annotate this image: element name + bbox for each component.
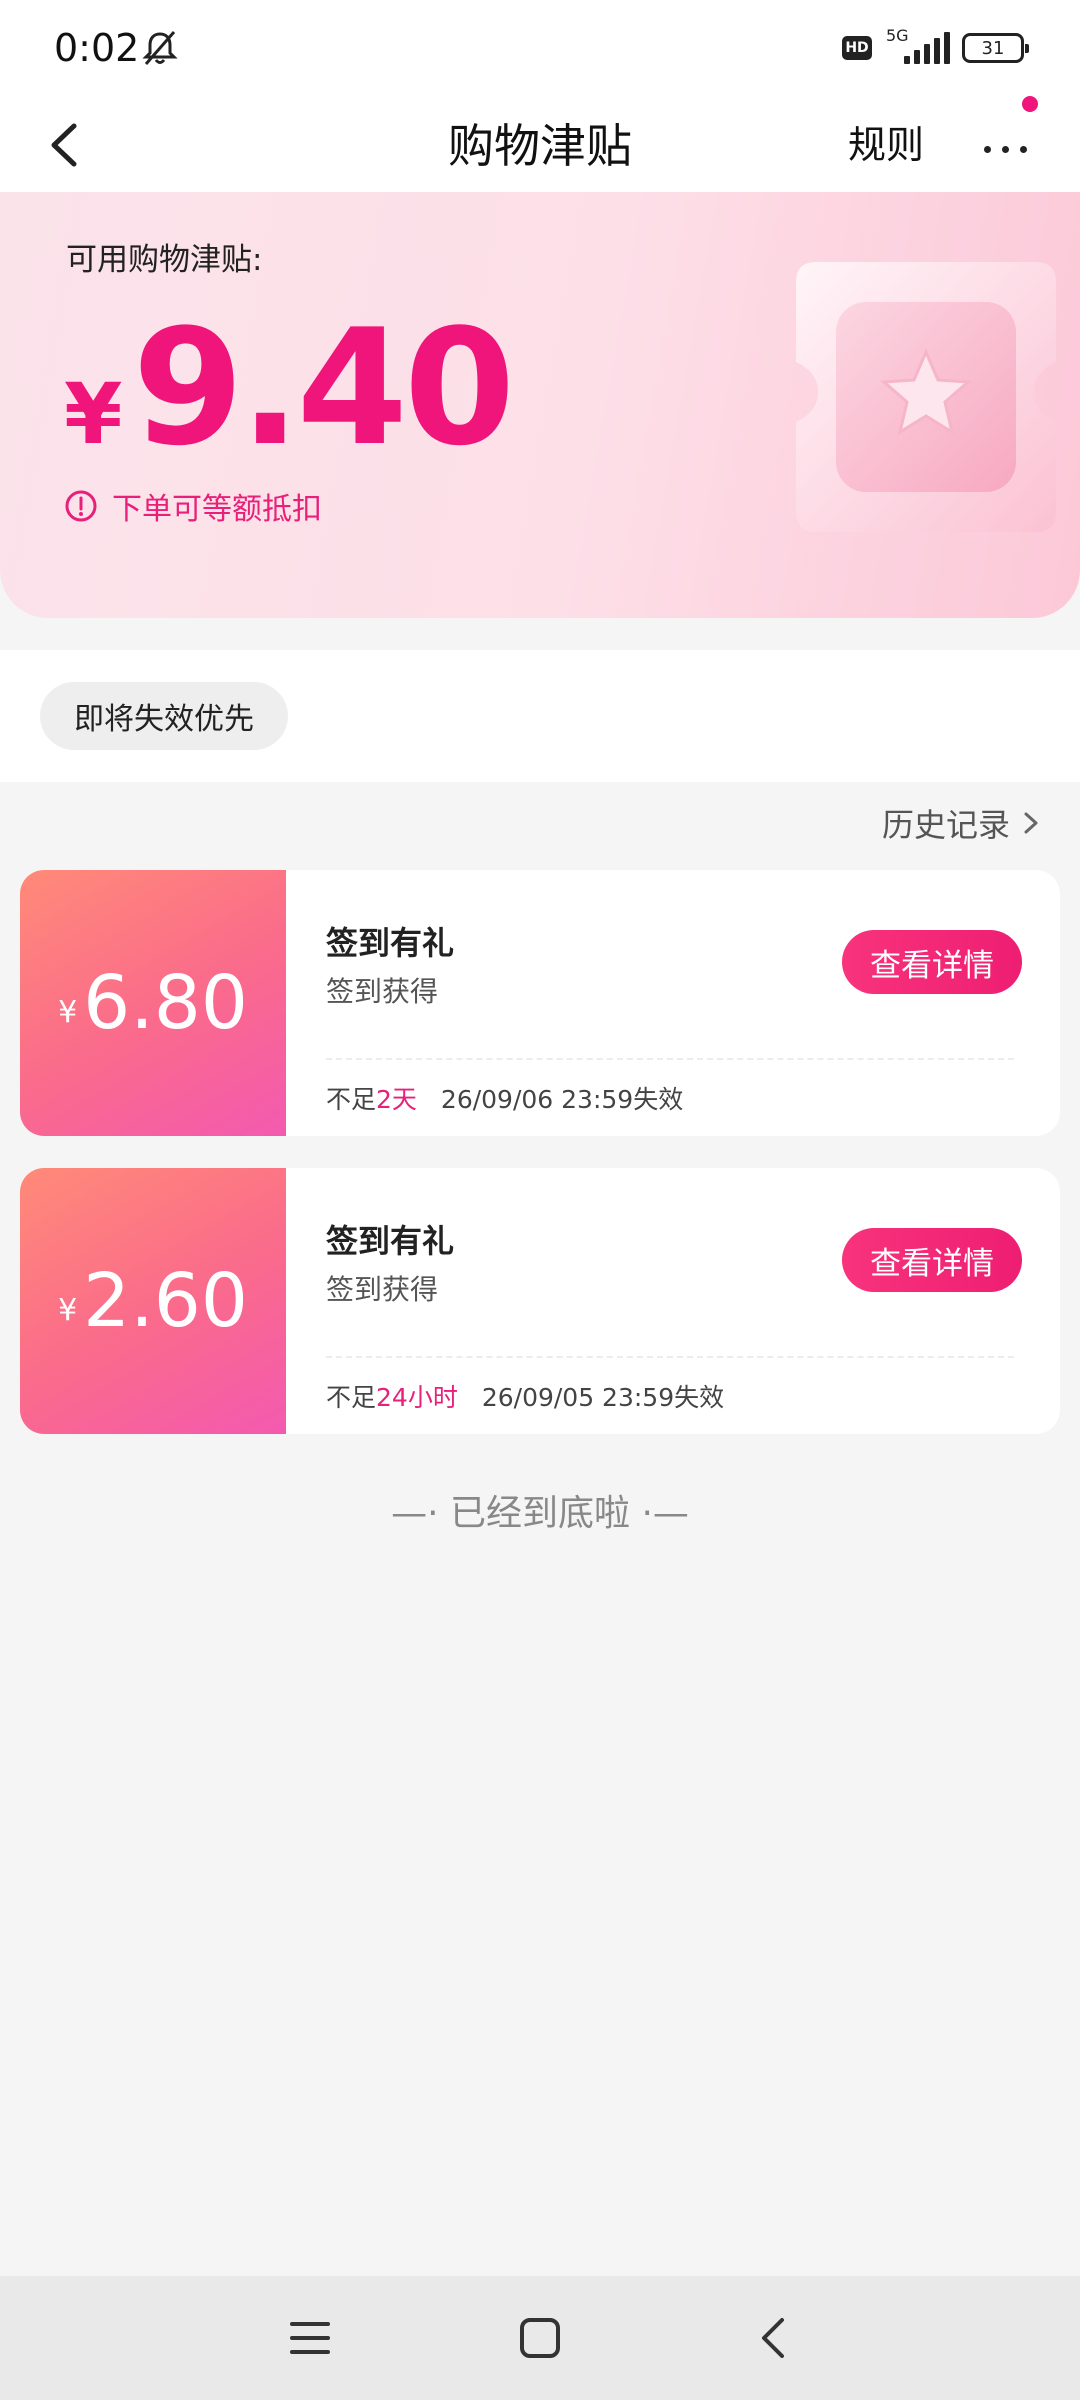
menu-icon[interactable] [282, 2312, 338, 2364]
dashed-divider [326, 1058, 1014, 1060]
top-navbar: 购物津贴 规则 [0, 96, 1080, 192]
coupon-currency: ¥ [58, 994, 78, 1030]
status-icons: HD 5G 31 [842, 24, 1029, 72]
coupon-amount-panel: ¥ 2.60 [20, 1168, 286, 1434]
available-allowance-label: 可用购物津贴: [66, 242, 263, 278]
currency-symbol: ¥ [64, 365, 123, 463]
deduction-note: 下单可等额抵扣 [64, 484, 322, 528]
coupon-card: ¥ 2.60 签到有礼 签到获得 查看详情 不足24小时 26/09/05 23… [20, 1168, 1060, 1434]
end-of-list-text: —· 已经到底啦 ·— [391, 1493, 689, 1534]
coupon-title: 签到有礼 [326, 1222, 455, 1260]
coupon-amount: 6.80 [83, 960, 248, 1046]
signal-icon: 5G [884, 26, 950, 68]
coupon-subtitle: 签到获得 [326, 975, 439, 1008]
coupon-currency: ¥ [58, 1292, 78, 1328]
battery-level: 31 [981, 37, 1005, 59]
hd-icon: HD [842, 36, 872, 60]
allowance-value: 9.40 [132, 294, 515, 481]
home-icon[interactable] [512, 2312, 568, 2364]
available-allowance-amount: ¥ 9.40 [64, 292, 515, 484]
system-navigation-bar [0, 2276, 1080, 2400]
more-options-icon[interactable] [966, 110, 1046, 180]
status-bar: 0:02 HD 5G 31 [0, 0, 1080, 96]
chevron-right-icon [1024, 812, 1038, 834]
history-records-link[interactable]: 历史记录 [882, 800, 1042, 846]
coupon-subtitle: 签到获得 [326, 1273, 439, 1306]
remaining-value: 24小时 [376, 1383, 458, 1412]
filter-bar: 即将失效优先 [0, 650, 1080, 782]
expiring-first-filter-chip[interactable]: 即将失效优先 [40, 682, 288, 750]
status-time: 0:02 [54, 26, 140, 70]
allowance-summary-card: 可用购物津贴: ¥ 9.40 下单可等额抵扣 [0, 192, 1080, 618]
expiry-date: 26/09/05 23:59失效 [481, 1383, 725, 1412]
ticket-star-illustration [796, 262, 1056, 532]
back-icon[interactable] [746, 2312, 802, 2364]
coupon-expiry-info: 不足24小时 26/09/05 23:59失效 [326, 1378, 724, 1414]
coupon-expiry-info: 不足2天 26/09/06 23:59失效 [326, 1080, 683, 1116]
battery-icon: 31 [962, 33, 1029, 63]
rules-button[interactable]: 规则 [848, 114, 924, 169]
info-icon [65, 490, 97, 522]
remaining-prefix: 不足 [326, 1383, 377, 1412]
remaining-value: 2天 [376, 1085, 417, 1114]
remaining-prefix: 不足 [326, 1085, 377, 1114]
coupon-title: 签到有礼 [326, 924, 455, 962]
notification-dot [1022, 96, 1038, 112]
page: 0:02 HD 5G 31 购物津贴 规则 可用购物津贴: ¥ 9.40 下单可… [0, 0, 1080, 2400]
bell-muted-icon [142, 31, 178, 65]
dashed-divider [326, 1356, 1014, 1358]
coupon-amount: 2.60 [83, 1258, 248, 1344]
remaining-time: 不足24小时 [326, 1378, 458, 1414]
view-details-button[interactable]: 查看详情 [842, 930, 1022, 994]
history-records-label: 历史记录 [881, 806, 1010, 844]
deduction-note-text: 下单可等额抵扣 [112, 492, 322, 527]
coupon-card: ¥ 6.80 签到有礼 签到获得 查看详情 不足2天 26/09/06 23:5… [20, 870, 1060, 1136]
expiry-date: 26/09/06 23:59失效 [440, 1085, 684, 1114]
remaining-time: 不足2天 [326, 1080, 417, 1116]
coupon-amount-panel: ¥ 6.80 [20, 870, 286, 1136]
view-details-button[interactable]: 查看详情 [842, 1228, 1022, 1292]
